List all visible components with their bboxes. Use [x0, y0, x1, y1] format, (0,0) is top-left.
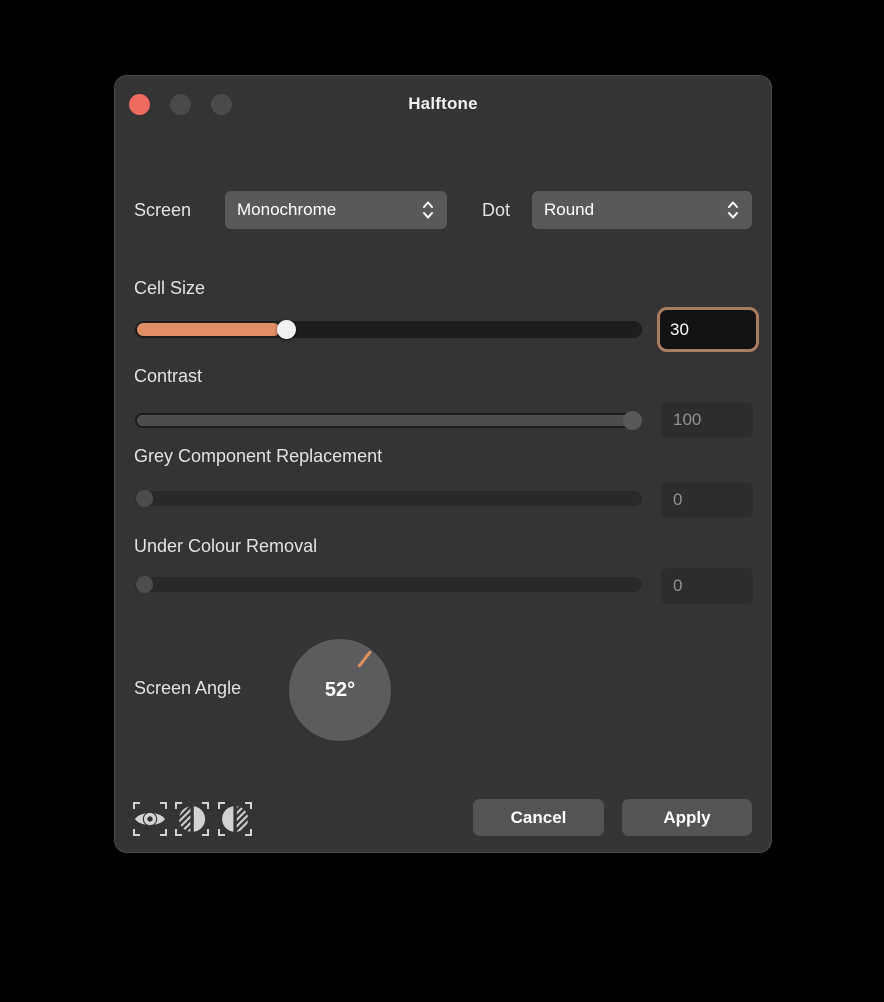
title-bar[interactable]: Halftone: [115, 76, 771, 132]
slider-thumb[interactable]: [277, 320, 296, 339]
cell-size-label: Cell Size: [134, 278, 205, 299]
chevron-up-down-icon: [421, 199, 435, 221]
grey-component-replacement-slider[interactable]: [135, 491, 642, 506]
slider-thumb[interactable]: [136, 576, 153, 593]
cell-size-slider[interactable]: [135, 321, 642, 338]
under-colour-removal-input[interactable]: [661, 568, 753, 604]
dot-select-value: Round: [544, 200, 594, 220]
halftone-dialog: Halftone Screen Monochrome Dot Round Cel…: [114, 75, 772, 853]
cancel-button[interactable]: Cancel: [473, 799, 604, 836]
screen-label: Screen: [134, 200, 191, 221]
cell-size-input[interactable]: [657, 307, 759, 352]
screen-select[interactable]: Monochrome: [225, 191, 447, 229]
window-title: Halftone: [115, 94, 771, 114]
screen-angle-dial[interactable]: 52°: [289, 639, 391, 741]
contrast-input[interactable]: [661, 402, 753, 438]
chevron-up-down-icon: [726, 199, 740, 221]
under-colour-removal-slider[interactable]: [135, 577, 642, 592]
dot-label: Dot: [482, 200, 510, 221]
grey-component-replacement-label: Grey Component Replacement: [134, 446, 382, 467]
grey-component-replacement-input[interactable]: [661, 482, 753, 518]
slider-fill: [137, 415, 640, 426]
slider-thumb[interactable]: [623, 411, 642, 430]
preview-split-right-button[interactable]: [216, 800, 254, 838]
split-circle-right-hatched-icon: [216, 800, 254, 838]
slider-fill: [137, 323, 280, 336]
split-circle-left-hatched-icon: [173, 800, 211, 838]
preview-original-button[interactable]: [131, 800, 169, 838]
screen-select-value: Monochrome: [237, 200, 336, 220]
dot-select[interactable]: Round: [532, 191, 752, 229]
contrast-slider[interactable]: [135, 413, 642, 428]
eye-icon: [131, 800, 169, 838]
under-colour-removal-label: Under Colour Removal: [134, 536, 317, 557]
slider-thumb[interactable]: [136, 490, 153, 507]
contrast-label: Contrast: [134, 366, 202, 387]
preview-split-left-button[interactable]: [173, 800, 211, 838]
apply-button[interactable]: Apply: [622, 799, 752, 836]
screen-angle-label: Screen Angle: [134, 678, 241, 699]
